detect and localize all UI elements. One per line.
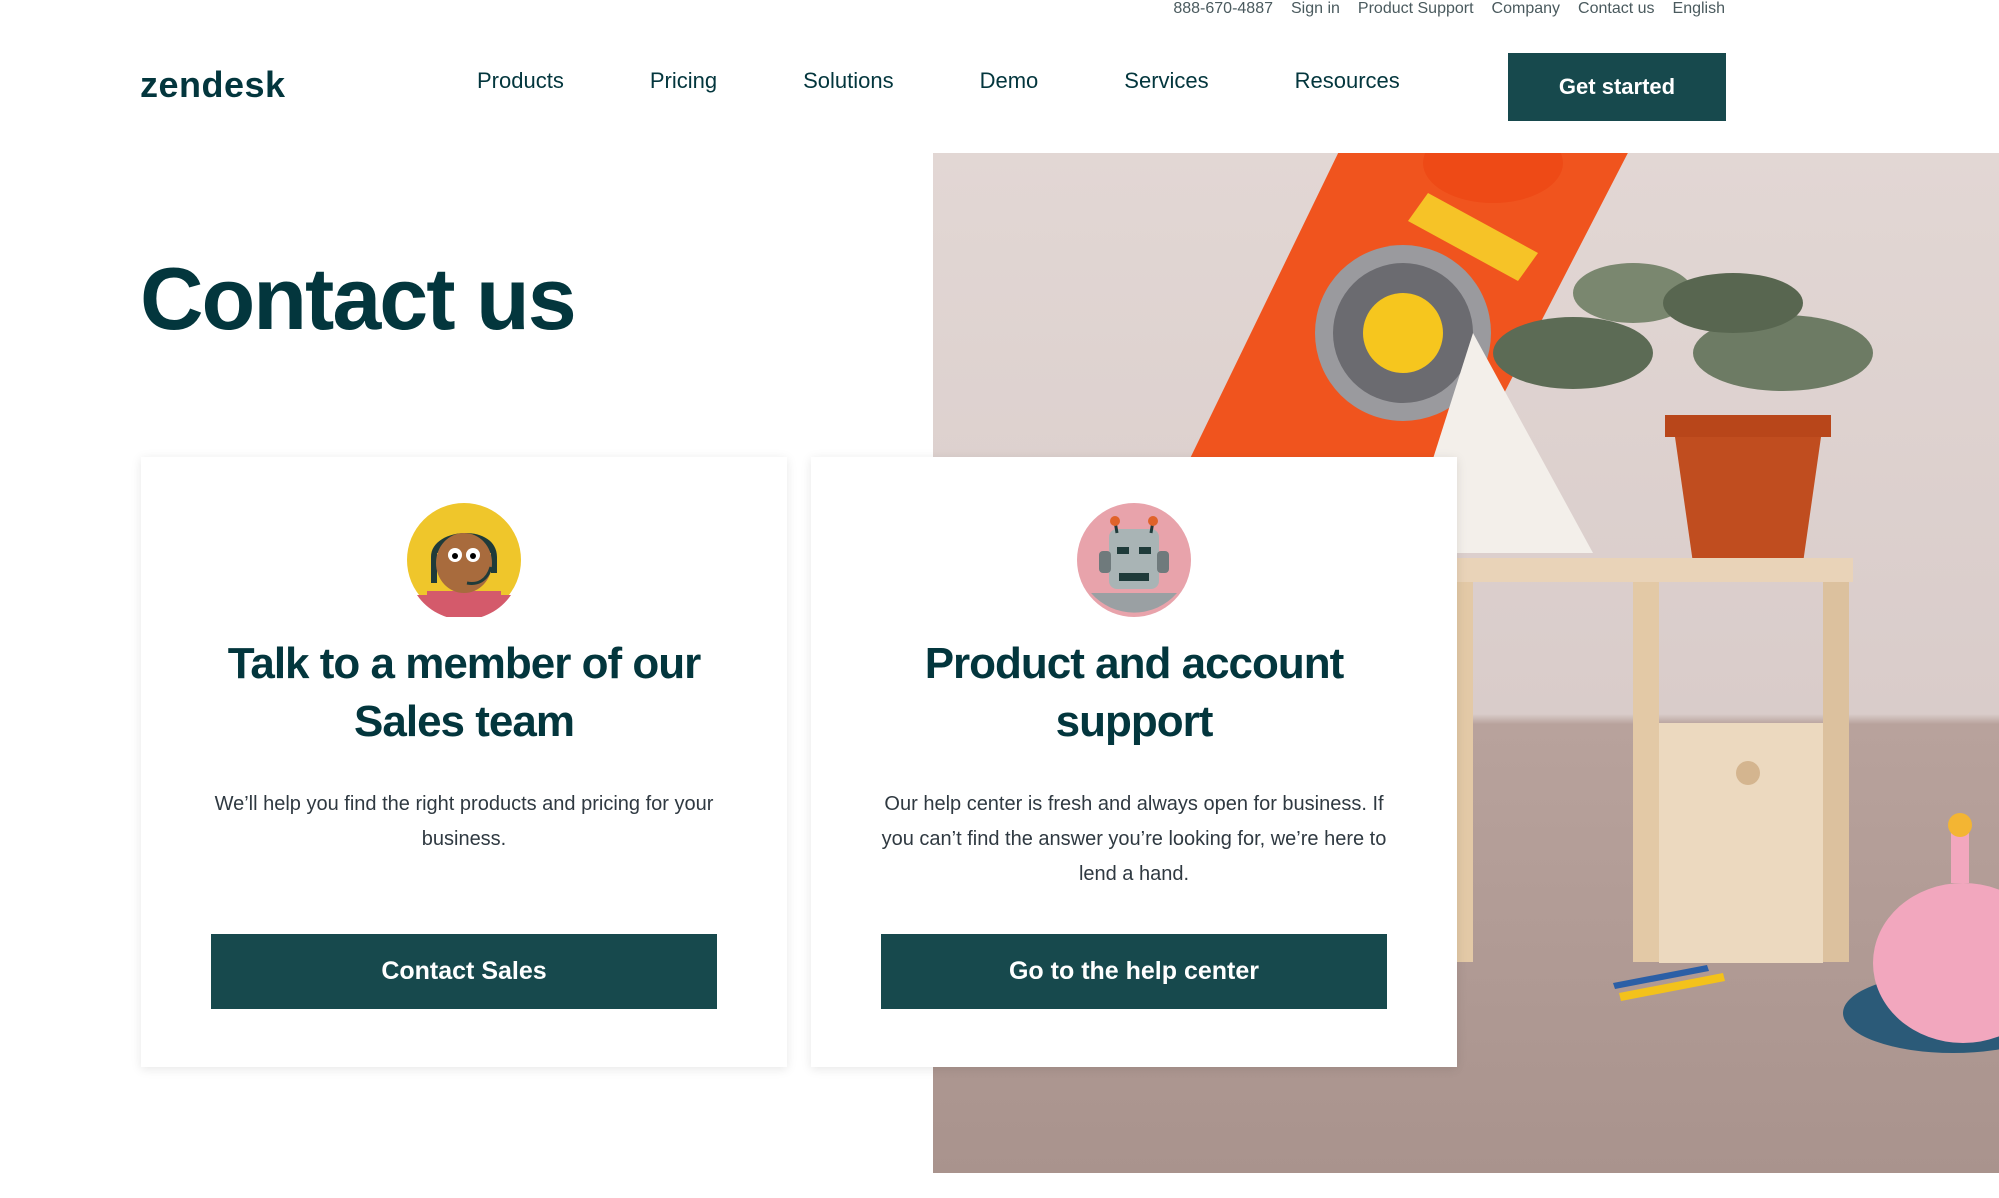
sales-agent-avatar-icon — [407, 503, 521, 617]
get-started-button[interactable]: Get started — [1508, 53, 1726, 121]
help-center-button[interactable]: Go to the help center — [881, 934, 1387, 1009]
contact-us-link[interactable]: Contact us — [1578, 0, 1654, 18]
nav-pricing[interactable]: Pricing — [650, 68, 717, 94]
telephone-image — [1183, 153, 1628, 473]
product-support-link[interactable]: Product Support — [1358, 0, 1474, 18]
nav-solutions[interactable]: Solutions — [803, 68, 894, 94]
nav-resources[interactable]: Resources — [1295, 68, 1400, 94]
phone-number-link[interactable]: 888-670-4887 — [1173, 0, 1273, 18]
utility-bar: 888-670-4887 Sign in Product Support Com… — [1173, 0, 1725, 18]
page-title: Contact us — [140, 249, 577, 348]
main-nav: Products Pricing Solutions Demo Services… — [477, 68, 1400, 94]
support-card: Product and account support Our help cen… — [811, 457, 1457, 1067]
sales-card-description: We’ll help you find the right products a… — [214, 793, 714, 850]
zendesk-logo[interactable]: zendesk — [140, 64, 286, 106]
service-bell-image — [1843, 813, 1999, 1053]
language-selector[interactable]: English — [1673, 0, 1725, 18]
contact-sales-button[interactable]: Contact Sales — [211, 934, 717, 1009]
pencils-image — [1613, 965, 1725, 1001]
support-card-title: Product and account support — [924, 639, 1345, 746]
nav-demo[interactable]: Demo — [980, 68, 1039, 94]
company-link[interactable]: Company — [1492, 0, 1560, 18]
wooden-shelf-image — [1453, 558, 1853, 963]
support-card-description: Our help center is fresh and always open… — [881, 793, 1387, 885]
robot-avatar-icon — [1077, 503, 1191, 617]
sales-card-title: Talk to a member of our Sales team — [227, 639, 702, 746]
sign-in-link[interactable]: Sign in — [1291, 0, 1340, 18]
nav-services[interactable]: Services — [1124, 68, 1208, 94]
nav-products[interactable]: Products — [477, 68, 564, 94]
sales-card: Talk to a member of our Sales team We’ll… — [141, 457, 787, 1067]
